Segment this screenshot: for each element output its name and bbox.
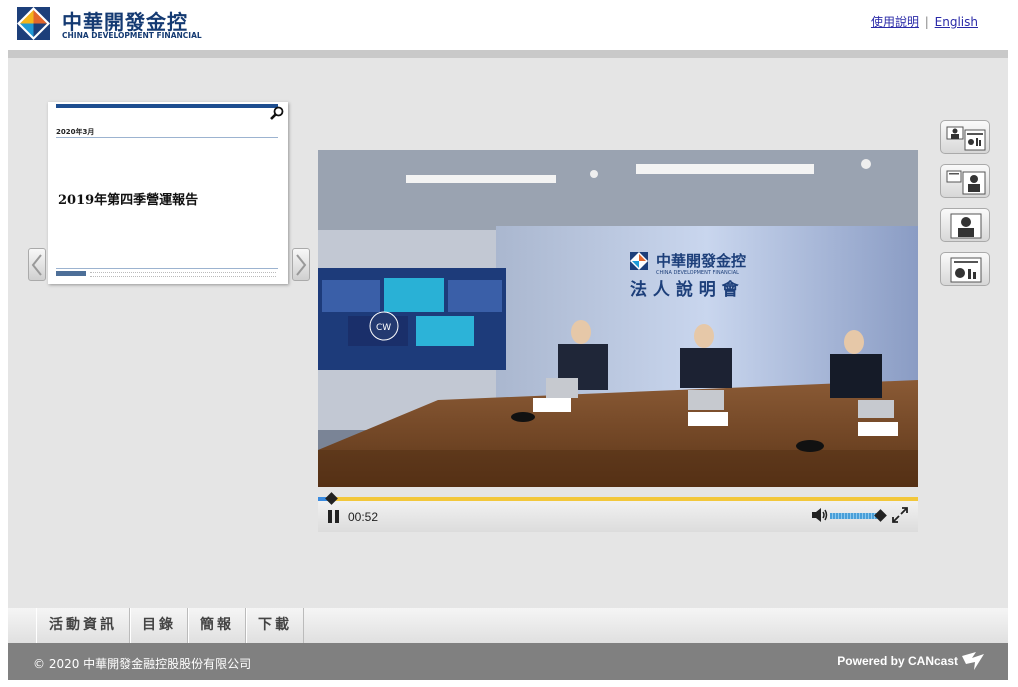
tab-contents[interactable]: 目錄 xyxy=(130,608,188,643)
slide-presenter-icon xyxy=(946,170,986,195)
link-separator: | xyxy=(924,15,929,29)
logo-subtitle: CHINA DEVELOPMENT FINANCIAL xyxy=(62,31,202,40)
video-frame: 中華開發金控 CHINA DEVELOPMENT FINANCIAL 法 人 說… xyxy=(318,150,918,487)
english-link[interactable]: English xyxy=(935,15,978,29)
backdrop-logo-en: CHINA DEVELOPMENT FINANCIAL xyxy=(656,270,739,276)
top-links: 使用說明 | English xyxy=(871,13,978,30)
tab-event-info[interactable]: 活動資訊 xyxy=(36,608,130,643)
layout-slide-only-button[interactable] xyxy=(940,252,990,286)
slide-icon xyxy=(950,257,982,283)
magnifier-icon[interactable] xyxy=(270,106,284,120)
cdf-logo-icon xyxy=(17,7,50,40)
help-link[interactable]: 使用說明 xyxy=(871,15,919,29)
volume-handle[interactable] xyxy=(874,509,887,522)
slide-fine-print xyxy=(90,276,276,277)
backdrop-logo: 中華開發金控 xyxy=(656,252,746,270)
layout-slide-video-button[interactable] xyxy=(940,164,990,198)
slide-title: 2019年第四季營運報告 xyxy=(58,193,199,208)
backdrop-title: 法 人 說 明 會 xyxy=(630,279,740,300)
presenter-icon xyxy=(950,213,982,239)
footer: © 2020 中華開發金融控股股份有限公司 Powered by CANcast xyxy=(8,643,1008,680)
prev-slide-button[interactable] xyxy=(28,248,46,281)
divider xyxy=(56,268,278,269)
layout-video-slide-button[interactable] xyxy=(940,120,990,154)
slide-date: 2020年3月 xyxy=(56,128,95,136)
chevron-left-icon xyxy=(31,254,42,276)
fullscreen-icon[interactable] xyxy=(892,507,908,523)
video-player[interactable]: 中華開發金控 CHINA DEVELOPMENT FINANCIAL 法 人 說… xyxy=(318,150,918,487)
progress-handle[interactable] xyxy=(325,492,338,505)
slide-footer-logo xyxy=(56,271,86,276)
powered-by: Powered by CANcast xyxy=(837,654,958,668)
chevron-right-icon xyxy=(296,254,307,276)
header: 中華開發金控 CHINA DEVELOPMENT FINANCIAL 使用說明 … xyxy=(0,0,1018,50)
bottom-tabs: 活動資訊 目錄 簡報 下載 xyxy=(8,608,1008,643)
tab-slides[interactable]: 簡報 xyxy=(188,608,246,643)
current-time: 00:52 xyxy=(348,510,379,524)
layout-video-only-button[interactable] xyxy=(940,208,990,242)
copyright-text: © 2020 中華開發金融控股股份有限公司 xyxy=(33,657,252,671)
volume-slider[interactable] xyxy=(830,513,880,519)
progress-bar[interactable] xyxy=(318,497,918,501)
next-slide-button[interactable] xyxy=(292,248,310,281)
participant-initials: CW xyxy=(376,323,391,333)
slide-top-bar xyxy=(56,104,278,108)
player-controls: 00:52 xyxy=(318,492,918,532)
presentation-stage: 2020年3月 2019年第四季營運報告 中華開發金控 CHINA DEVELO… xyxy=(8,50,1008,608)
pause-icon[interactable] xyxy=(328,510,340,523)
tab-download[interactable]: 下載 xyxy=(246,608,304,643)
divider xyxy=(56,137,278,138)
slide-fine-print xyxy=(90,272,276,273)
cancast-logo-icon xyxy=(962,652,984,670)
slide-thumbnail[interactable]: 2020年3月 2019年第四季營運報告 xyxy=(48,102,288,284)
presenter-slide-icon xyxy=(946,126,986,151)
volume-icon[interactable] xyxy=(812,508,828,522)
